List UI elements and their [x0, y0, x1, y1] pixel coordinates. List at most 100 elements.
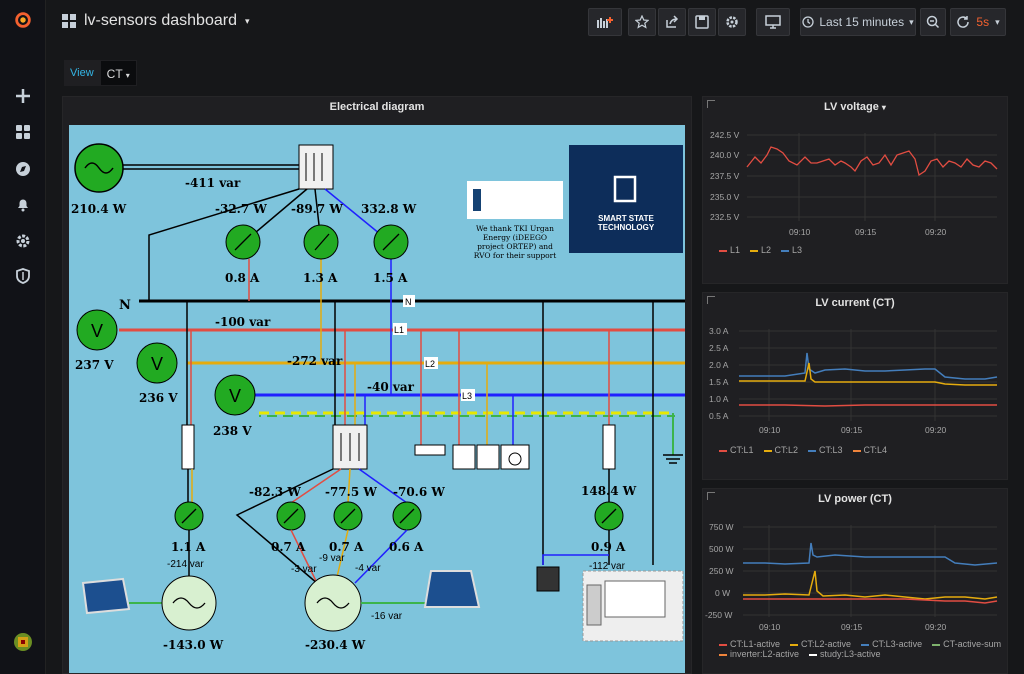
x-tick: 09:15	[855, 227, 877, 237]
var-l3: -40 var	[367, 380, 415, 394]
var-l1: -100 var	[215, 315, 271, 329]
refresh-interval: 5s	[976, 15, 990, 29]
y-tick: 232.5 V	[710, 212, 740, 222]
main-breaker	[298, 144, 334, 190]
legend-item-ct-l2-active[interactable]: CT:L2-active	[790, 639, 851, 649]
y-tick: 240.0 V	[710, 150, 740, 160]
main-current-l2: 1.3 A	[303, 271, 338, 285]
zoom-out-button[interactable]	[920, 8, 946, 36]
voltage-legend: L1 L2 L3	[719, 245, 802, 255]
svg-text:project ORTEP) and: project ORTEP) and	[477, 242, 553, 251]
rvo-logo	[467, 181, 563, 219]
left-power: -143.0 W	[163, 638, 224, 652]
x-tick: 09:20	[925, 227, 947, 237]
chevron-down-icon: ▾	[995, 16, 1000, 27]
printer-icon	[536, 566, 560, 592]
legend-item-ct-l2[interactable]: CT:L2	[763, 445, 798, 455]
legend-item-l1[interactable]: L1	[719, 245, 740, 255]
inverter-var-l3: -4 var	[355, 563, 381, 574]
explore-compass-icon[interactable]	[13, 159, 33, 179]
refresh-button[interactable]: 5s ▾	[950, 8, 1006, 36]
smart-state-technology-logo	[569, 145, 683, 253]
y-tick: 0.5 A	[709, 411, 729, 421]
dashboard-title: lv-sensors dashboard	[84, 12, 237, 29]
solar-panel-icon	[81, 577, 131, 615]
sidebar	[0, 0, 46, 674]
legend-item-ct-l1[interactable]: CT:L1	[719, 445, 754, 455]
y-tick: 0 W	[715, 588, 730, 598]
legend-item-ct-l1-active[interactable]: CT:L1-active	[719, 639, 780, 649]
bell-icon[interactable]	[13, 194, 33, 214]
settings-button[interactable]	[718, 8, 746, 36]
y-tick: 2.5 A	[709, 343, 729, 353]
svg-text:RVO for their support: RVO for their support	[474, 251, 557, 260]
share-button[interactable]	[658, 8, 686, 36]
right-breaker	[602, 424, 616, 470]
inverter-total-power: -230.4 W	[305, 638, 366, 652]
legend-item-inverter-l2[interactable]: inverter:L2-active	[719, 649, 799, 659]
zoom-out-icon	[926, 15, 940, 29]
series-l3-line	[743, 542, 998, 566]
panel-title[interactable]: LV power (CT)	[703, 493, 1007, 505]
legend-item-ct-l3-active[interactable]: CT:L3-active	[861, 639, 922, 649]
lv-voltage-panel: LV voltage ▾ 242.5 V 240.0 V 237.5 V 235…	[702, 96, 1008, 284]
shield-icon[interactable]	[13, 266, 33, 286]
y-tick: 242.5 V	[710, 130, 740, 140]
legend-item-ct-l3[interactable]: CT:L3	[808, 445, 843, 455]
x-tick: 09:10	[759, 622, 781, 632]
y-tick: 250 W	[709, 566, 734, 576]
y-tick: 2.0 A	[709, 360, 729, 370]
main-power-l2: -89.7 W	[291, 202, 343, 216]
thanks-text: We thank TKI Urgan Energy (iDEEGO projec…	[474, 224, 557, 260]
legend-item-study-l3[interactable]: study:L3-active	[809, 649, 881, 659]
share-icon	[666, 15, 679, 28]
save-button[interactable]	[688, 8, 716, 36]
star-button[interactable]	[628, 8, 656, 36]
right-var: -112 var	[589, 561, 626, 572]
gear-icon[interactable]	[13, 231, 33, 251]
voltage-chart: 242.5 V 240.0 V 237.5 V 235.0 V 232.5 V …	[710, 130, 998, 237]
legend-item-l2[interactable]: L2	[750, 245, 771, 255]
refresh-icon	[957, 16, 970, 28]
inverter-current-l2: 0.7 A	[329, 540, 364, 554]
voltage-l1: 237 V	[75, 358, 114, 372]
x-tick: 09:15	[841, 622, 863, 632]
grafana-logo-icon[interactable]	[13, 10, 33, 30]
electrical-diagram: 210.4 W -411 var -32.7 W -89.7 W 332.8 W…	[69, 125, 685, 673]
legend-item-l3[interactable]: L3	[781, 245, 802, 255]
rvo-logo-mark	[473, 189, 481, 211]
legend-item-ct-active-sum[interactable]: CT-active-sum	[932, 639, 1001, 649]
tv-mode-button[interactable]	[756, 8, 790, 36]
dashboard-picker[interactable]: lv-sensors dashboard ▾	[62, 12, 250, 30]
view-variable-label: View	[64, 60, 100, 86]
svg-text:Energy (iDEEGO: Energy (iDEEGO	[483, 233, 547, 242]
panel-title[interactable]: LV current (CT)	[703, 297, 1007, 309]
view-variable-select[interactable]: CT ▾	[99, 60, 137, 86]
panel-title[interactable]: Electrical diagram	[63, 101, 691, 113]
meter-l2	[303, 224, 339, 260]
legend-item-ct-l4[interactable]: CT:L4	[852, 445, 887, 455]
dishwasher-icon	[476, 444, 500, 470]
generator-var: -411 var	[185, 176, 241, 190]
clock-icon	[802, 16, 815, 28]
left-current: 1.1 A	[171, 540, 206, 554]
svg-text:We thank TKI Urgan: We thank TKI Urgan	[476, 224, 554, 233]
pc-tower	[586, 584, 602, 626]
chevron-down-icon: ▾	[125, 71, 130, 80]
chevron-down-icon: ▾	[881, 103, 886, 112]
plus-icon[interactable]	[13, 86, 33, 106]
dashboards-icon[interactable]	[13, 122, 33, 142]
add-panel-button[interactable]	[588, 8, 622, 36]
left-var: -214 var	[167, 559, 204, 570]
power-chart: 750 W 500 W 250 W 0 W -250 W 09:10 09:15…	[705, 522, 998, 632]
series-l1-line	[746, 146, 998, 177]
voltage-l2: 236 V	[139, 391, 178, 405]
appliance-icon	[452, 444, 476, 470]
voltage-l3: 238 V	[213, 424, 252, 438]
time-picker-button[interactable]: Last 15 minutes ▾	[800, 8, 916, 36]
user-avatar[interactable]	[13, 632, 33, 652]
panel-title[interactable]: LV voltage ▾	[703, 101, 1007, 113]
x-tick: 09:15	[841, 425, 863, 435]
electrical-diagram-panel: Electrical diagram 210.4 W -411 var -32.…	[62, 96, 692, 674]
right-power: 148.4 W	[581, 484, 637, 498]
